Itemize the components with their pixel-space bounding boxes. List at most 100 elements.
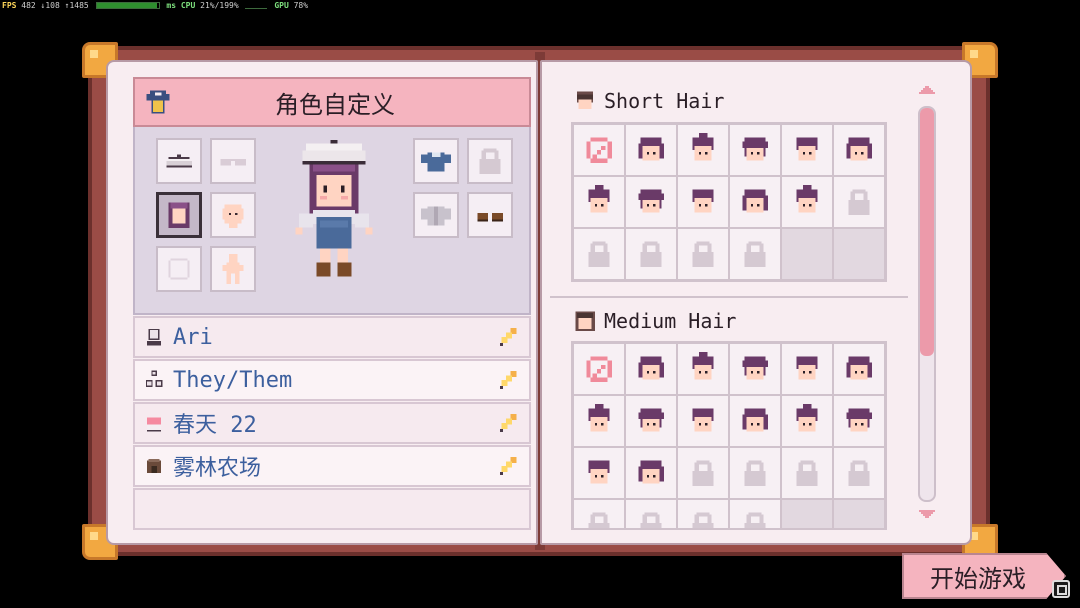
cake-icon [147, 417, 161, 432]
short-hair-icon [576, 91, 594, 110]
pronoun-row[interactable]: They/Them [133, 359, 531, 401]
birthday-value: 春天 22 [173, 413, 257, 438]
hair-option-cell[interactable] [625, 447, 677, 499]
hair-option-cell[interactable] [677, 176, 729, 228]
hair-option-cell[interactable] [677, 343, 729, 395]
lock-icon [796, 460, 818, 486]
face-outline-icon [168, 258, 190, 280]
locked-hair-cell [677, 228, 729, 280]
hair-option-cell[interactable] [625, 124, 677, 176]
shirt-icon [421, 152, 451, 172]
start-game-button[interactable]: 开始游戏 [902, 553, 1066, 599]
pencil-icon[interactable] [497, 411, 521, 435]
fps-label: FPS [2, 1, 17, 10]
empty-info-row [133, 488, 531, 530]
pencil-icon[interactable] [497, 325, 521, 349]
hair-option-cell[interactable] [729, 395, 781, 447]
locked-hair-cell [833, 176, 885, 228]
shoes-slot[interactable] [467, 192, 513, 238]
lock-icon [588, 512, 610, 528]
hair-option-cell[interactable] [573, 395, 625, 447]
short-hair-title: Short Hair [604, 89, 725, 113]
key-prompt-icon [1052, 580, 1070, 598]
locked-hair-cell [729, 499, 781, 528]
hairstyle-icon [796, 185, 818, 213]
hair-option-cell[interactable] [729, 343, 781, 395]
head-slot[interactable] [210, 192, 256, 238]
beret-icon [166, 154, 192, 168]
hairstyle-icon [638, 356, 664, 380]
hair-option-cell[interactable] [729, 176, 781, 228]
scroll-up-arrow-icon[interactable] [917, 84, 937, 98]
hair-slot[interactable] [156, 192, 202, 238]
top-slot[interactable] [413, 138, 459, 184]
hairstyle-icon [692, 189, 714, 213]
hairstyle-icon [588, 460, 610, 484]
empty-cell [781, 228, 833, 280]
hairstyle-icon [638, 137, 664, 161]
glasses-icon [220, 158, 246, 166]
hair-option-cell[interactable] [833, 124, 885, 176]
locked-hair-cell [573, 499, 625, 528]
fps-bar [95, 2, 160, 9]
hair-option-cell[interactable] [677, 124, 729, 176]
no-hair-cell[interactable] [573, 343, 625, 395]
hair-option-cell[interactable] [781, 176, 833, 228]
ms-label: ms [166, 1, 177, 10]
empty-cell [833, 228, 885, 280]
hairstyle-icon [588, 404, 610, 432]
medium-hair-icon [575, 311, 595, 331]
hair-option-cell[interactable] [781, 124, 833, 176]
hair-option-cell[interactable] [833, 395, 885, 447]
pencil-icon[interactable] [497, 454, 521, 478]
hair-option-cell[interactable] [781, 343, 833, 395]
hairstyle-icon [638, 189, 664, 213]
lock-icon [848, 460, 870, 486]
locked-hair-cell [625, 499, 677, 528]
hair-option-cell[interactable] [625, 176, 677, 228]
cpu-value: 21%/199% [200, 1, 239, 10]
hair-option-cell[interactable] [781, 395, 833, 447]
empty-cell [833, 499, 885, 528]
performance-overlay: FPS 482 ↓108 ↑1485 ms CPU 21%/199% GPU 7… [2, 1, 308, 11]
pencil-icon[interactable] [497, 368, 521, 392]
name-row[interactable]: Ari [133, 316, 531, 358]
locked-slot[interactable] [467, 138, 513, 184]
hair-option-cell[interactable] [729, 124, 781, 176]
face-slot[interactable] [156, 246, 202, 292]
lock-icon [640, 241, 662, 267]
no-hair-cell[interactable] [573, 124, 625, 176]
hair-option-cell[interactable] [625, 343, 677, 395]
hair-option-cell[interactable] [625, 395, 677, 447]
farm-row[interactable]: 雾林农场 [133, 445, 531, 487]
hair-option-cell[interactable] [833, 343, 885, 395]
gpu-label: GPU [274, 1, 289, 10]
lock-icon [744, 241, 766, 267]
outer-slot[interactable] [413, 192, 459, 238]
cpu-label: CPU [180, 1, 196, 10]
hat-slot[interactable] [156, 138, 202, 184]
scrollbar-thumb[interactable] [920, 108, 934, 356]
lock-icon [692, 512, 714, 528]
locked-hair-cell [781, 447, 833, 499]
glasses-slot[interactable] [210, 138, 256, 184]
locked-hair-cell [833, 447, 885, 499]
hairstyle-icon [796, 137, 818, 161]
body-slot[interactable] [210, 246, 256, 292]
hairstyle-icon [742, 137, 768, 161]
lock-icon [640, 512, 662, 528]
locked-hair-cell [729, 228, 781, 280]
hairstyle-icon [846, 356, 872, 380]
scroll-down-arrow-icon[interactable] [917, 506, 937, 520]
shirt-icon [146, 90, 170, 114]
hair-icon [168, 202, 190, 228]
gpu-value: 78% [293, 1, 309, 10]
medium-hair-section-title: Medium Hair [572, 308, 736, 334]
lock-icon [692, 460, 714, 486]
jacket-icon [421, 206, 451, 226]
hair-option-cell[interactable] [573, 176, 625, 228]
hair-option-cell[interactable] [677, 395, 729, 447]
birthday-row[interactable]: 春天 22 [133, 402, 531, 444]
page-title: 角色自定义 [275, 90, 395, 119]
hair-option-cell[interactable] [573, 447, 625, 499]
